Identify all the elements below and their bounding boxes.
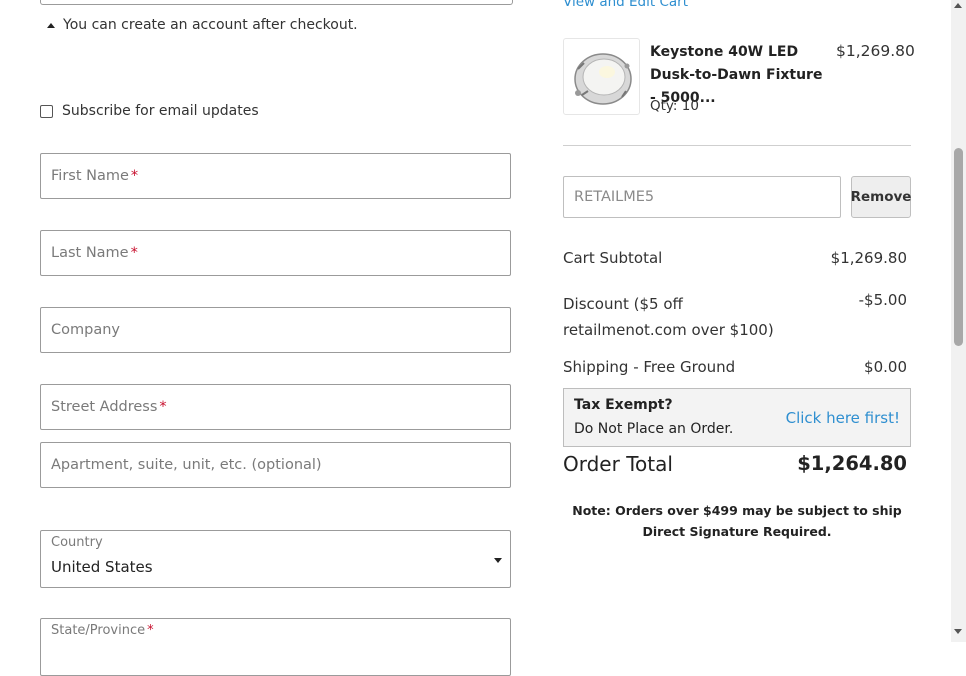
subscribe-option[interactable]: Subscribe for email updates bbox=[40, 103, 259, 119]
view-edit-cart-link[interactable]: View and Edit Cart bbox=[563, 0, 688, 10]
caret-up-icon bbox=[47, 22, 55, 28]
product-thumbnail[interactable] bbox=[563, 38, 640, 115]
product-quantity: Qty: 10 bbox=[650, 98, 699, 114]
subtotal-value: $1,269.80 bbox=[830, 249, 907, 267]
tax-exempt-link[interactable]: Click here first! bbox=[786, 409, 900, 427]
scroll-down-arrow-icon[interactable] bbox=[954, 629, 962, 634]
company-placeholder: Company bbox=[51, 322, 120, 338]
country-select[interactable]: Country United States bbox=[40, 530, 511, 588]
street-address-placeholder: Street Address bbox=[51, 399, 158, 415]
country-label: Country bbox=[51, 535, 103, 550]
subtotal-label: Cart Subtotal bbox=[563, 249, 663, 267]
state-label-wrap: State/Province * bbox=[51, 623, 154, 638]
shipping-note: Note: Orders over $499 may be subject to… bbox=[572, 503, 902, 539]
discount-value: -$5.00 bbox=[858, 291, 907, 309]
coupon-code: RETAILME5 bbox=[574, 189, 655, 205]
tax-exempt-box: Tax Exempt? Do Not Place an Order. Click… bbox=[563, 388, 911, 447]
required-marker: * bbox=[130, 168, 139, 184]
scroll-up-arrow-icon[interactable] bbox=[954, 3, 962, 8]
led-fixture-image bbox=[574, 53, 632, 105]
chevron-down-icon bbox=[494, 558, 502, 563]
state-label: State/Province bbox=[51, 623, 146, 638]
shipping-label: Shipping - Free Ground bbox=[563, 358, 736, 376]
tax-exempt-subtext: Do Not Place an Order. bbox=[574, 421, 734, 437]
required-marker: * bbox=[147, 623, 154, 638]
company-field[interactable]: Company bbox=[40, 307, 511, 353]
required-marker: * bbox=[159, 399, 167, 415]
last-name-field[interactable]: Last Name * bbox=[40, 230, 511, 276]
state-select[interactable]: State/Province * bbox=[40, 618, 511, 676]
order-total-value: $1,264.80 bbox=[797, 452, 907, 475]
email-field-partial[interactable] bbox=[40, 0, 513, 5]
last-name-placeholder: Last Name bbox=[51, 245, 129, 261]
shipping-value: $0.00 bbox=[864, 358, 907, 376]
apartment-field[interactable]: Apartment, suite, unit, etc. (optional) bbox=[40, 442, 511, 488]
apartment-placeholder: Apartment, suite, unit, etc. (optional) bbox=[51, 457, 322, 473]
product-price: $1,269.80 bbox=[836, 42, 915, 60]
tax-exempt-title: Tax Exempt? bbox=[574, 397, 673, 413]
account-note-text: You can create an account after checkout… bbox=[63, 17, 358, 33]
scrollbar-thumb[interactable] bbox=[954, 148, 963, 346]
subscribe-label: Subscribe for email updates bbox=[62, 103, 259, 119]
required-marker: * bbox=[130, 245, 138, 261]
account-note: You can create an account after checkout… bbox=[47, 17, 358, 33]
order-total-label: Order Total bbox=[563, 452, 673, 476]
first-name-field[interactable]: First Name * bbox=[40, 153, 511, 199]
country-value: United States bbox=[51, 558, 153, 576]
subscribe-checkbox[interactable] bbox=[40, 104, 53, 118]
first-name-placeholder: First Name bbox=[51, 168, 129, 184]
coupon-input[interactable]: RETAILME5 bbox=[563, 176, 841, 218]
summary-divider bbox=[563, 145, 911, 146]
remove-coupon-button[interactable]: Remove bbox=[851, 176, 911, 218]
street-address-field[interactable]: Street Address * bbox=[40, 384, 511, 430]
